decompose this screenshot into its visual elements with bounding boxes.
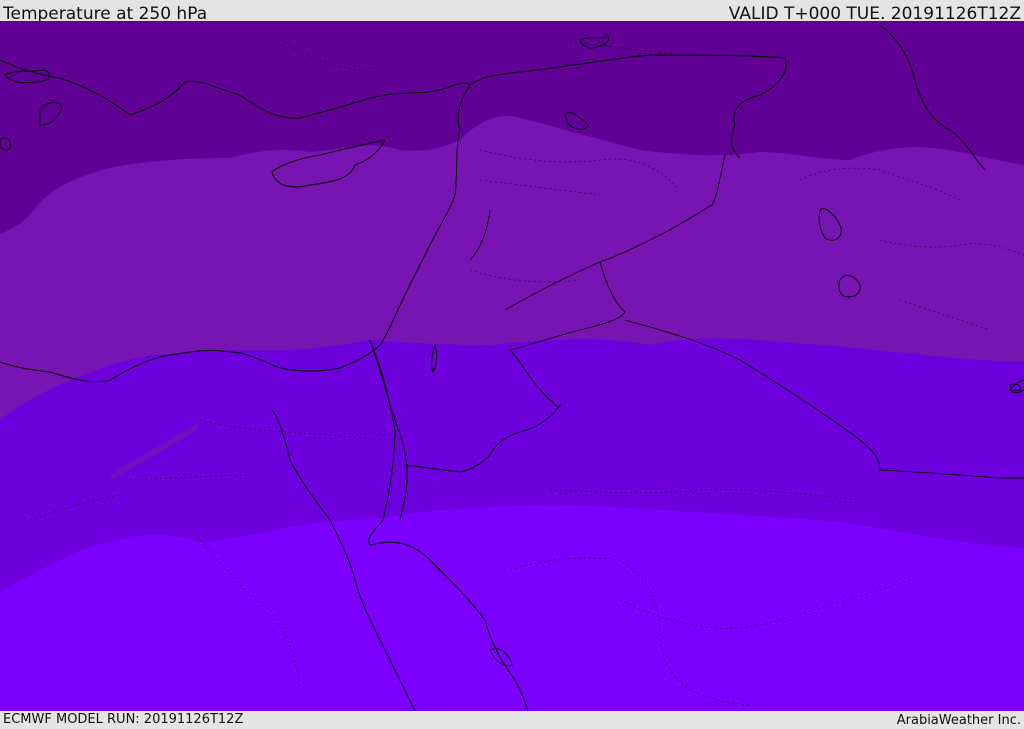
header-bar: Temperature at 250 hPa VALID T+000 TUE. … — [0, 0, 1024, 24]
credit-label: ArabiaWeather Inc. — [896, 713, 1021, 728]
map-canvas[interactable] — [0, 21, 1024, 711]
footer-bar: ECMWF MODEL RUN: 20191126T12Z ArabiaWeat… — [0, 711, 1024, 729]
model-run-label: ECMWF MODEL RUN: 20191126T12Z — [3, 712, 244, 727]
temperature-map — [0, 21, 1024, 711]
